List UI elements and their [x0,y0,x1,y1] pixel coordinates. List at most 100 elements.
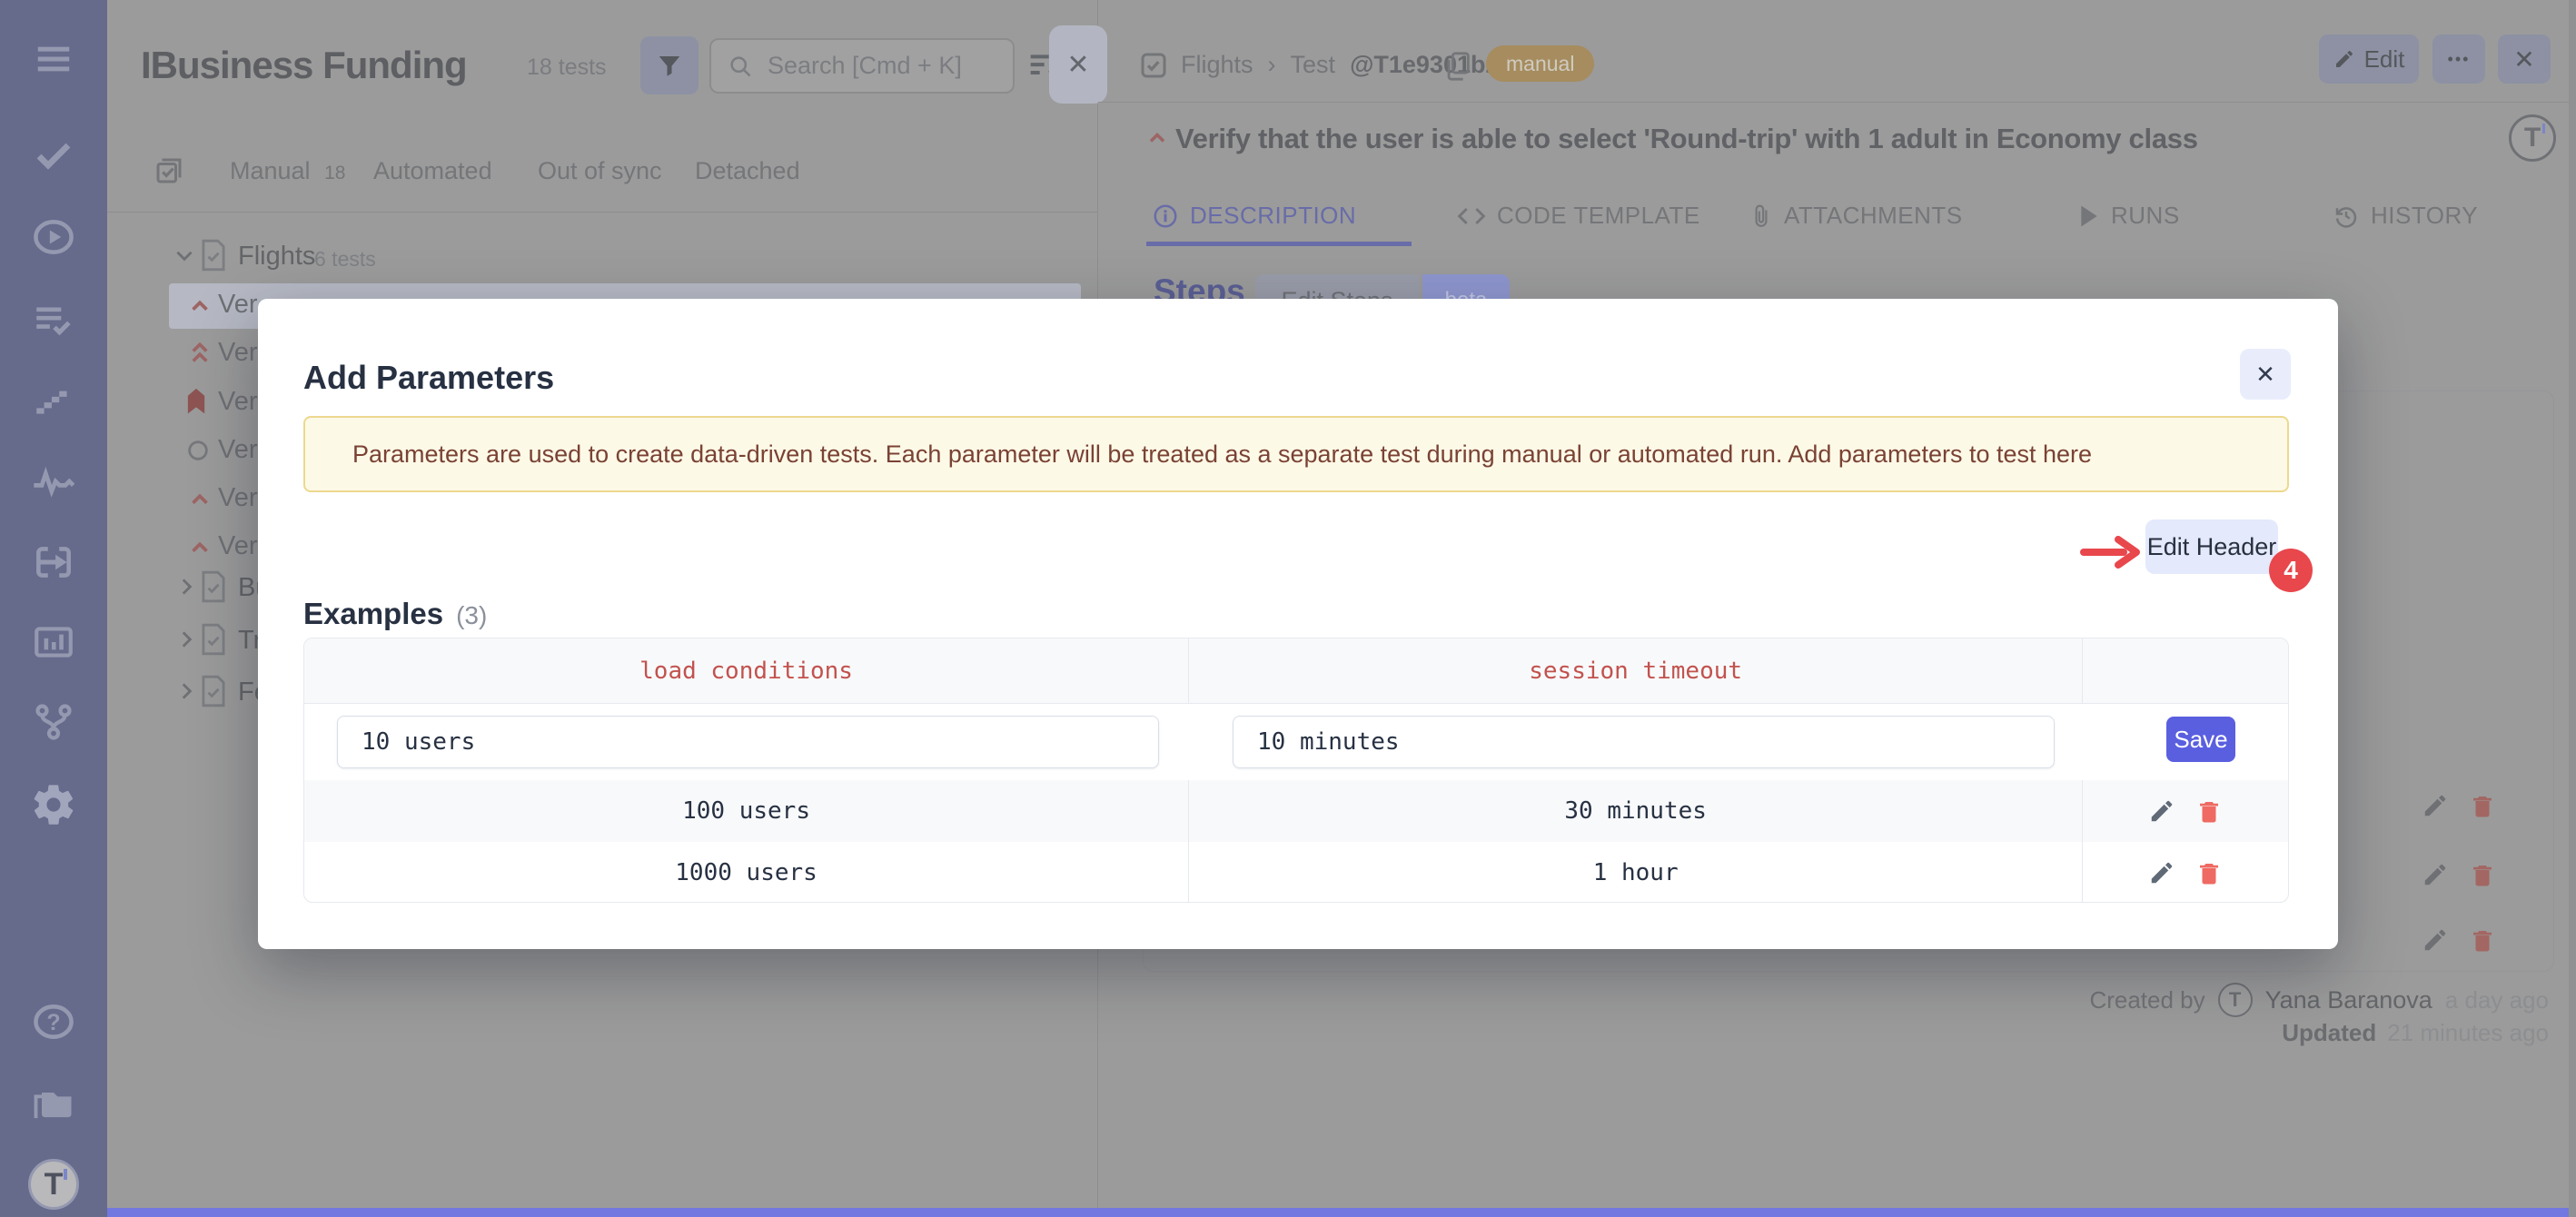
created-ago: a day ago [2445,986,2549,1014]
pencil-icon[interactable] [2422,792,2449,819]
priority-critical-icon [182,385,211,416]
active-tab-underline [1146,242,1412,246]
breadcrumb-root[interactable]: Flights [1181,51,1253,79]
tab-detached[interactable]: Detached [695,157,800,185]
funnel-icon [656,52,683,79]
check-icon[interactable] [32,133,75,176]
param-input-load-conditions[interactable] [337,716,1159,768]
edit-button[interactable]: Edit [2319,35,2419,84]
breadcrumb-test-id: @T1e9301b2 [1350,51,1499,79]
trash-icon [2195,797,2223,825]
filter-button[interactable] [640,36,698,94]
chevron-right-icon[interactable] [174,628,198,651]
parameter-row: 100 users 30 minutes [304,780,2288,842]
avatar-accent [2542,124,2545,134]
tab-runs[interactable]: RUNS [2078,202,2180,230]
tab-attachments[interactable]: ATTACHMENTS [1749,202,1963,230]
svg-text:?: ? [46,1010,60,1035]
parameters-table: load conditions session timeout Save 100… [303,638,2289,903]
examples-label: Examples [303,597,443,631]
chevron-down-icon[interactable] [173,243,196,267]
tab-description[interactable]: DESCRIPTION [1152,202,1356,230]
row-actions [2083,842,2288,903]
close-icon: ✕ [2513,45,2534,74]
tab-history[interactable]: HISTORY [2333,202,2478,230]
logo-icon[interactable]: T [28,1159,79,1210]
created-by-label: Created by [2089,986,2204,1014]
param-cell: 100 users [304,780,1189,842]
param-input-session-timeout[interactable] [1233,716,2055,768]
author-avatar: T [2218,983,2253,1017]
scrollbar[interactable] [2569,0,2576,1217]
pencil-icon [2333,48,2355,70]
close-test-button[interactable]: ✕ [2498,35,2551,84]
tree-row[interactable]: Ver [218,338,258,368]
tree-row[interactable]: Ver [218,435,258,465]
tab-code-template-label: CODE TEMPLATE [1497,202,1700,230]
list-check-icon[interactable] [31,296,76,341]
delete-row-button[interactable] [2195,797,2223,825]
import-icon[interactable] [31,539,76,585]
gear-icon[interactable] [30,781,77,828]
tab-out-of-sync[interactable]: Out of sync [538,157,662,185]
folder-icon[interactable] [30,1081,77,1128]
history-icon [2333,203,2360,230]
parameter-row: 1000 users 1 hour [304,842,2288,903]
trash-icon[interactable] [2469,861,2496,888]
search-box [709,38,1015,94]
help-icon[interactable]: ? [31,999,76,1044]
pencil-icon[interactable] [2422,926,2449,954]
bulk-select-icon[interactable] [153,154,185,187]
tree-row[interactable]: Ver [218,387,258,417]
info-banner-text: Parameters are used to create data-drive… [352,440,2092,469]
edit-header-label: Edit Header [2147,533,2277,561]
avatar-letter: T [2524,123,2541,153]
edit-header-button[interactable]: Edit Header [2145,519,2278,574]
author-name: Yana Baranova [2265,986,2432,1014]
priority-highest-icon [186,338,213,369]
annotation-arrow [2080,534,2144,570]
tree-row[interactable]: Ver [218,483,258,513]
copy-icon[interactable] [1442,49,1473,84]
annotation-badge: 4 [2269,549,2313,592]
bg-row-actions [2422,861,2496,888]
priority-normal-icon [185,438,211,463]
assignee-avatar[interactable]: T [2509,114,2556,162]
tab-manual[interactable]: Manual 18 [230,157,345,185]
steps-icon[interactable] [31,376,76,421]
test-checkbox-icon [1137,49,1170,82]
chevron-right-icon[interactable] [174,679,198,703]
search-input[interactable] [766,51,996,81]
edit-row-button[interactable] [2148,797,2175,825]
examples-heading: Examples (3) [303,597,487,631]
chevron-right-icon[interactable] [174,575,198,599]
branch-icon[interactable] [31,699,76,745]
trash-icon[interactable] [2469,926,2496,954]
add-parameters-modal: Add Parameters ✕ Parameters are used to … [258,299,2338,949]
priority-high-icon [186,534,213,561]
tree-row[interactable]: Ver [218,290,258,320]
tab-automated[interactable]: Automated [373,157,492,185]
play-circle-icon[interactable] [31,214,76,260]
modal-close-button[interactable]: ✕ [2240,349,2291,400]
tab-code-template[interactable]: CODE TEMPLATE [1457,202,1700,230]
priority-high-icon [1144,125,1170,151]
trash-icon[interactable] [2469,792,2496,819]
more-icon: ••• [2448,50,2471,69]
examples-count: (3) [456,601,487,630]
pulse-icon[interactable] [30,458,77,505]
info-banner: Parameters are used to create data-drive… [303,416,2289,492]
close-panel-button[interactable]: ✕ [1049,25,1107,104]
delete-row-button[interactable] [2195,859,2223,886]
edit-row-button[interactable] [2148,859,2175,886]
more-button[interactable]: ••• [2432,35,2485,84]
pencil-icon[interactable] [2422,861,2449,888]
edit-button-label: Edit [2364,45,2405,74]
tree-row[interactable]: Ver [218,531,258,561]
menu-icon[interactable] [33,38,74,80]
suite-flights[interactable]: Flights [238,242,315,272]
save-button[interactable]: Save [2166,717,2235,762]
close-icon: ✕ [2255,361,2275,389]
bar-chart-icon[interactable] [31,619,76,665]
tab-runs-label: RUNS [2111,202,2180,230]
